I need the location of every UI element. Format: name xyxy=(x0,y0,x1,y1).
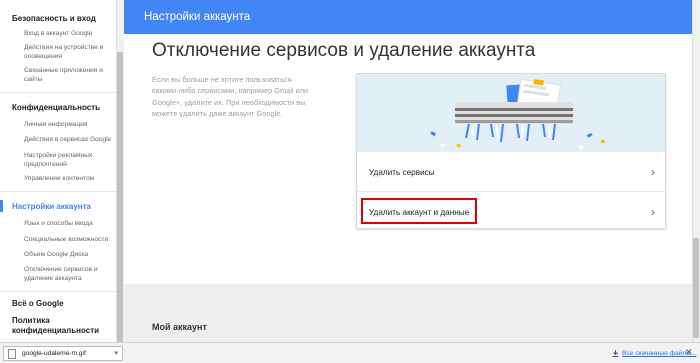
sidebar-item-connected-apps[interactable]: Связанные приложения и сайты xyxy=(24,67,114,84)
show-all-downloads-link[interactable]: Все скачанные файлы... xyxy=(612,350,697,357)
sidebar-section-privacy-policy[interactable]: Политика конфиденциальности xyxy=(12,316,112,336)
sidebar-item-sign-in[interactable]: Вход в аккаунт Google xyxy=(24,30,114,39)
sidebar-divider xyxy=(0,191,116,192)
shredder-illustration xyxy=(357,74,665,152)
sidebar-item-ad-settings[interactable]: Настройки рекламных предпочтений xyxy=(24,152,114,169)
my-account-heading: Мой аккаунт xyxy=(152,322,207,332)
page-title: Отключение сервисов и удаление аккаунта xyxy=(152,40,536,61)
sidebar-divider xyxy=(0,291,116,292)
sidebar-item-accessibility[interactable]: Специальные возможности xyxy=(24,236,114,245)
delete-services-label: Удалить сервисы xyxy=(369,168,435,177)
delete-services-row[interactable]: Удалить сервисы › xyxy=(357,154,665,192)
sidebar-item-content-control[interactable]: Управление контентом xyxy=(24,175,114,184)
sidebar: Безопасность и вход Вход в аккаунт Googl… xyxy=(0,0,116,342)
sidebar-item-device-activity[interactable]: Действия на устройстве и оповещения xyxy=(24,44,114,61)
sidebar-section-about-google[interactable]: Всё о Google xyxy=(12,299,64,308)
options-panel: Удалить сервисы › Удалить аккаунт и данн… xyxy=(356,73,666,229)
sidebar-item-drive-storage[interactable]: Объем Google Диска xyxy=(24,251,114,260)
download-icon xyxy=(612,350,619,357)
delete-account-row[interactable]: Удалить аккаунт и данные › xyxy=(357,194,665,232)
sidebar-divider xyxy=(0,92,116,93)
sidebar-scrollbar-thumb[interactable] xyxy=(117,52,123,342)
sidebar-section-account-settings[interactable]: Настройки аккаунта xyxy=(12,202,91,211)
download-bar: google-udaleme-m.gif ▾ Все скачанные фай… xyxy=(0,342,700,363)
file-icon xyxy=(8,349,16,359)
download-file-name: google-udaleme-m.gif xyxy=(22,350,86,357)
main-scrollbar-thumb[interactable] xyxy=(693,238,699,338)
page-header-title: Настройки аккаунта xyxy=(144,11,251,23)
active-indicator xyxy=(0,200,3,212)
delete-account-label: Удалить аккаунт и данные xyxy=(369,208,470,217)
chevron-right-icon: › xyxy=(651,165,655,179)
chevron-down-icon[interactable]: ▾ xyxy=(114,349,118,357)
close-icon[interactable]: ✕ xyxy=(685,347,693,358)
content-card: Отключение сервисов и удаление аккаунта … xyxy=(124,34,692,284)
page-header: Настройки аккаунта xyxy=(124,0,692,34)
download-item[interactable]: google-udaleme-m.gif ▾ xyxy=(3,346,123,361)
sidebar-item-activity-controls[interactable]: Действия в сервисах Google xyxy=(24,136,114,145)
chevron-right-icon: › xyxy=(651,205,655,219)
sidebar-item-delete-account[interactable]: Отключение сервисов и удаление аккаунта xyxy=(24,266,114,283)
sidebar-item-personal-info[interactable]: Личная информация xyxy=(24,121,114,130)
description-text: Если вы больше не хотите пользоваться ка… xyxy=(152,75,309,119)
sidebar-section-privacy[interactable]: Конфиденциальность xyxy=(12,103,100,112)
sidebar-item-language[interactable]: Язык и способы ввода xyxy=(24,220,114,229)
shredder-icon xyxy=(430,78,606,150)
main-content: Настройки аккаунта Отключение сервисов и… xyxy=(124,0,692,342)
sidebar-section-security[interactable]: Безопасность и вход xyxy=(12,14,96,23)
